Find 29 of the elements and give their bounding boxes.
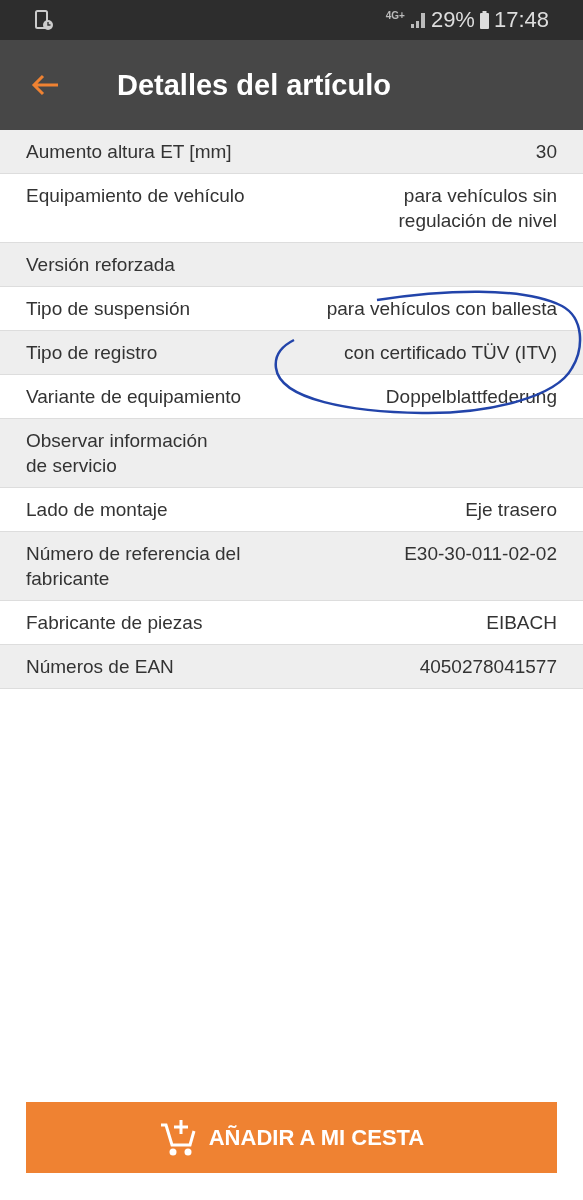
screenshot-icon [34, 9, 54, 31]
battery-percent: 29% [430, 7, 475, 33]
attribute-value: 4050278041577 [419, 655, 557, 679]
attribute-label: Aumento altura ET [mm] [26, 140, 232, 164]
attribute-value: EIBACH [486, 611, 557, 635]
attribute-label: Fabricante de piezas [26, 611, 203, 635]
attribute-label: Tipo de registro [26, 341, 158, 365]
attribute-value: para vehículos con ballesta [326, 297, 557, 321]
attribute-value: Eje trasero [465, 498, 557, 522]
attribute-value: E30-30-011-02-02 [404, 542, 557, 566]
clock: 17:48 [493, 7, 549, 33]
attribute-label: Lado de montaje [26, 498, 168, 522]
attribute-label: Número de referencia del fabricante [26, 542, 241, 591]
attribute-label: Equipamiento de vehículo [26, 184, 245, 208]
battery-icon [478, 11, 490, 29]
network-label: 4G+ [385, 10, 405, 21]
attribute-value: 30 [535, 140, 557, 164]
back-button[interactable] [30, 73, 60, 97]
attribute-label: Observar información de servicio [26, 429, 208, 478]
attribute-value: con certificado TÜV (ITV) [344, 341, 557, 365]
signal-icon [408, 12, 427, 28]
add-to-cart-icon [158, 1117, 197, 1158]
screen-title: Detalles del artículo [117, 68, 391, 102]
attribute-label: Variante de equipamiento [26, 385, 242, 409]
attribute-label: Números de EAN [26, 655, 174, 679]
attribute-label: Tipo de suspensión [26, 297, 191, 321]
add-to-cart-button[interactable]: AÑADIR A MI CESTA [26, 1102, 557, 1173]
attribute-label: Versión reforzada [26, 253, 175, 277]
attribute-value: para vehículos sin regulación de nivel [398, 184, 557, 233]
